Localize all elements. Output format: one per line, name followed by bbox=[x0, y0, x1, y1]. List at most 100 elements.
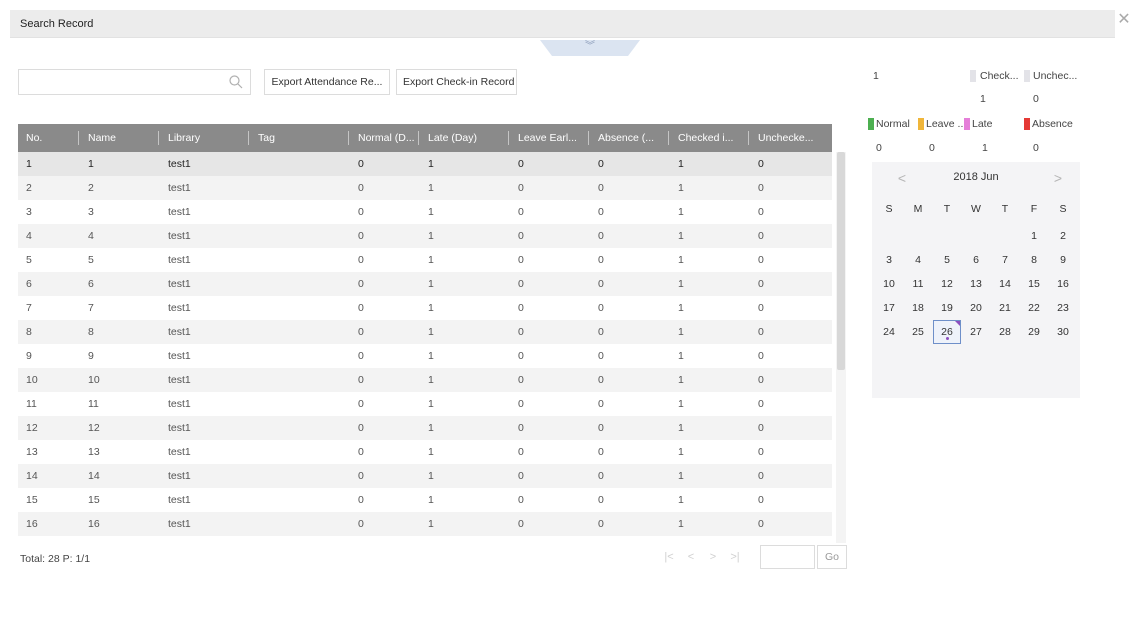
calendar-day[interactable]: 27 bbox=[962, 320, 990, 344]
column-header[interactable]: Leave Earl... bbox=[518, 124, 593, 152]
table-cell: 3 bbox=[26, 206, 32, 218]
table-cell: test1 bbox=[168, 278, 191, 290]
calendar-day[interactable]: 16 bbox=[1049, 272, 1077, 296]
calendar-day[interactable]: 28 bbox=[991, 320, 1019, 344]
collapse-toggle[interactable]: ︾ bbox=[540, 40, 640, 56]
last-page-icon[interactable]: >| bbox=[726, 546, 744, 568]
table-cell: test1 bbox=[168, 446, 191, 458]
table-scrollbar[interactable] bbox=[836, 152, 846, 543]
prev-page-icon[interactable]: < bbox=[682, 546, 700, 568]
calendar-day[interactable]: 10 bbox=[875, 272, 903, 296]
calendar-day[interactable]: 3 bbox=[875, 248, 903, 272]
first-page-icon[interactable]: |< bbox=[660, 546, 678, 568]
search-icon[interactable] bbox=[228, 74, 244, 90]
legend-label: Absence bbox=[1032, 118, 1073, 130]
column-header[interactable]: Tag bbox=[258, 124, 353, 152]
column-divider[interactable] bbox=[588, 131, 589, 145]
table-row[interactable]: 14 14 test1 0 1 0 0 1 0 bbox=[18, 464, 832, 488]
calendar-day[interactable]: 30 bbox=[1049, 320, 1077, 344]
table-row[interactable]: 13 13 test1 0 1 0 0 1 0 bbox=[18, 440, 832, 464]
calendar-day[interactable]: 25 bbox=[904, 320, 932, 344]
calendar-day[interactable]: 23 bbox=[1049, 296, 1077, 320]
table-row[interactable]: 10 10 test1 0 1 0 0 1 0 bbox=[18, 368, 832, 392]
table-row[interactable]: 5 5 test1 0 1 0 0 1 0 bbox=[18, 248, 832, 272]
table-row[interactable]: 9 9 test1 0 1 0 0 1 0 bbox=[18, 344, 832, 368]
calendar-day[interactable]: 29 bbox=[1020, 320, 1048, 344]
column-header[interactable]: Late (Day) bbox=[428, 124, 508, 152]
column-divider[interactable] bbox=[748, 131, 749, 145]
table-row[interactable]: 12 12 test1 0 1 0 0 1 0 bbox=[18, 416, 832, 440]
calendar-day[interactable]: 26 bbox=[933, 320, 961, 344]
calendar-day[interactable]: 4 bbox=[904, 248, 932, 272]
chevron-double-down-icon: ︾ bbox=[585, 41, 595, 52]
calendar-day[interactable]: 19 bbox=[933, 296, 961, 320]
table-cell: 0 bbox=[758, 302, 764, 314]
table-cell: 0 bbox=[758, 374, 764, 386]
column-header[interactable]: Normal (D... bbox=[358, 124, 423, 152]
table-row[interactable]: 1717test1010010 bbox=[18, 536, 832, 543]
calendar-day[interactable]: 18 bbox=[904, 296, 932, 320]
close-icon[interactable]: ✕ bbox=[1116, 12, 1132, 28]
calendar-day[interactable]: 6 bbox=[962, 248, 990, 272]
calendar-day[interactable]: 13 bbox=[962, 272, 990, 296]
column-divider[interactable] bbox=[248, 131, 249, 145]
table-row[interactable]: 2 2 test1 0 1 0 0 1 0 bbox=[18, 176, 832, 200]
column-divider[interactable] bbox=[78, 131, 79, 145]
legend-swatch bbox=[918, 118, 924, 130]
calendar-day[interactable]: 22 bbox=[1020, 296, 1048, 320]
table-row[interactable]: 4 4 test1 0 1 0 0 1 0 bbox=[18, 224, 832, 248]
chevron-right-icon[interactable]: > bbox=[1048, 168, 1068, 188]
calendar-day[interactable]: 1 bbox=[1020, 224, 1048, 248]
column-header[interactable]: Checked i... bbox=[678, 124, 753, 152]
calendar-day[interactable]: 9 bbox=[1049, 248, 1077, 272]
column-divider[interactable] bbox=[668, 131, 669, 145]
column-header[interactable]: Name bbox=[88, 124, 163, 152]
column-divider[interactable] bbox=[158, 131, 159, 145]
page-number-input[interactable] bbox=[760, 545, 815, 569]
table-row[interactable]: 16 16 test1 0 1 0 0 1 0 bbox=[18, 512, 832, 536]
chevron-left-icon[interactable]: < bbox=[892, 168, 912, 188]
scrollbar-thumb[interactable] bbox=[837, 152, 845, 370]
calendar-day[interactable]: 15 bbox=[1020, 272, 1048, 296]
column-divider[interactable] bbox=[418, 131, 419, 145]
table-row[interactable]: 6 6 test1 0 1 0 0 1 0 bbox=[18, 272, 832, 296]
table-cell: 1 bbox=[428, 536, 508, 543]
calendar-day[interactable]: 21 bbox=[991, 296, 1019, 320]
record-dot bbox=[946, 337, 949, 340]
next-page-icon[interactable]: > bbox=[704, 546, 722, 568]
table-cell: test1 bbox=[168, 374, 191, 386]
column-header[interactable]: Library bbox=[168, 124, 253, 152]
table-row[interactable]: 1 1 test1 0 1 0 0 1 0 bbox=[18, 152, 832, 176]
calendar-day[interactable]: 8 bbox=[1020, 248, 1048, 272]
table-cell: 0 bbox=[598, 254, 604, 266]
search-input[interactable] bbox=[19, 70, 214, 94]
table-cell: 12 bbox=[26, 422, 38, 434]
calendar-day[interactable]: 7 bbox=[991, 248, 1019, 272]
calendar-day[interactable]: 24 bbox=[875, 320, 903, 344]
table-row[interactable]: 8 8 test1 0 1 0 0 1 0 bbox=[18, 320, 832, 344]
table-row[interactable]: 15 15 test1 0 1 0 0 1 0 bbox=[18, 488, 832, 512]
table-cell: 0 bbox=[598, 326, 604, 338]
go-button[interactable]: Go bbox=[817, 545, 847, 569]
calendar-day[interactable]: 2 bbox=[1049, 224, 1077, 248]
column-divider[interactable] bbox=[508, 131, 509, 145]
calendar-day[interactable]: 5 bbox=[933, 248, 961, 272]
export-checkin-button[interactable]: Export Check-in Record bbox=[396, 69, 517, 95]
window-title: Search Record bbox=[20, 18, 94, 30]
search-box bbox=[18, 69, 251, 95]
column-header[interactable]: Absence (... bbox=[598, 124, 673, 152]
calendar-day[interactable]: 14 bbox=[991, 272, 1019, 296]
export-attendance-button[interactable]: Export Attendance Re... bbox=[264, 69, 390, 95]
calendar-day[interactable]: 20 bbox=[962, 296, 990, 320]
column-header[interactable]: No. bbox=[26, 124, 76, 152]
column-divider[interactable] bbox=[348, 131, 349, 145]
table-row[interactable]: 3 3 test1 0 1 0 0 1 0 bbox=[18, 200, 832, 224]
table-row[interactable]: 11 11 test1 0 1 0 0 1 0 bbox=[18, 392, 832, 416]
table-cell: 0 bbox=[358, 254, 364, 266]
table-row[interactable]: 7 7 test1 0 1 0 0 1 0 bbox=[18, 296, 832, 320]
table-cell: 14 bbox=[26, 470, 38, 482]
calendar-day[interactable]: 17 bbox=[875, 296, 903, 320]
column-header[interactable]: Unchecke... bbox=[758, 124, 828, 152]
calendar-day[interactable]: 11 bbox=[904, 272, 932, 296]
calendar-day[interactable]: 12 bbox=[933, 272, 961, 296]
